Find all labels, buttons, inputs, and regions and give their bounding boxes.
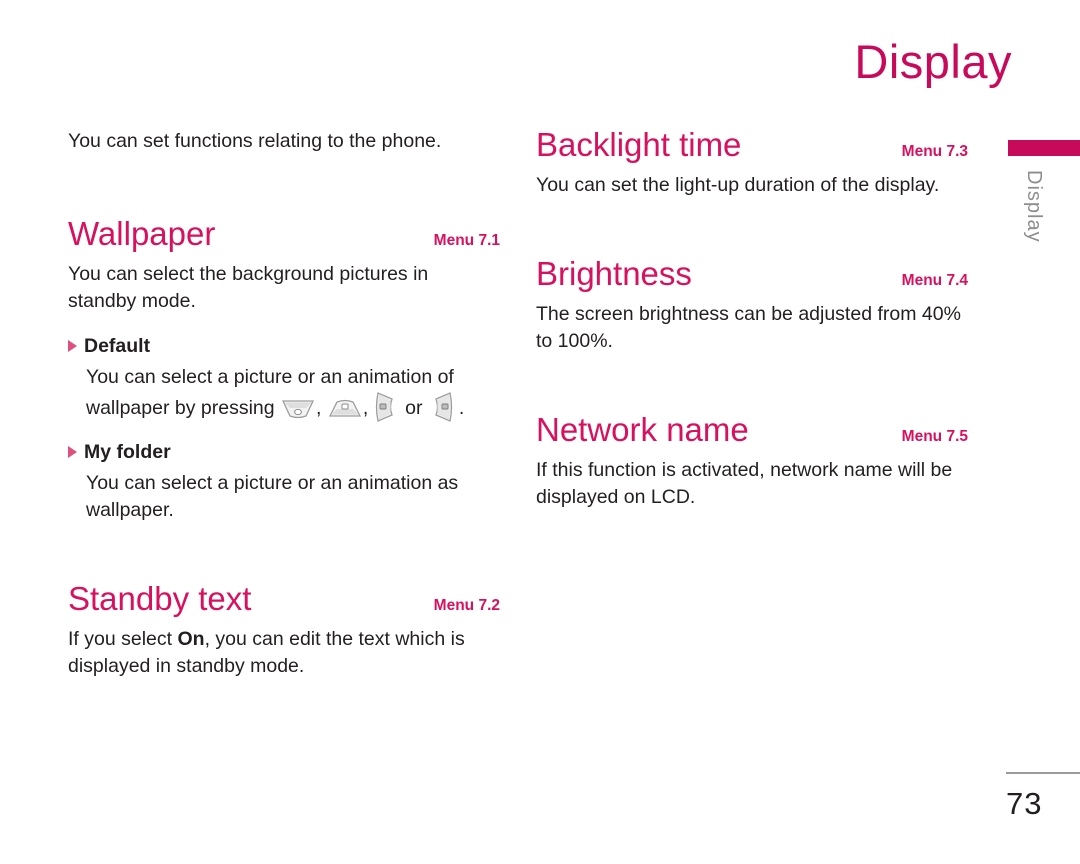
- triangle-bullet-icon: [68, 340, 77, 352]
- section-header: Wallpaper Menu 7.1: [68, 215, 500, 252]
- section-title-standby-text: Standby text: [68, 579, 252, 617]
- intro-paragraph: You can set functions relating to the ph…: [68, 130, 442, 152]
- nav-key-right-icon: [433, 391, 453, 431]
- triangle-bullet-icon: [68, 446, 77, 458]
- section-title-wallpaper: Wallpaper: [68, 215, 216, 252]
- section-brightness: Brightness Menu 7.4 The screen brightnes…: [536, 255, 968, 355]
- bullet-my-folder: My folder: [68, 441, 500, 464]
- sentence-period: .: [458, 396, 465, 419]
- section-body-network-name: If this function is activated, network n…: [536, 459, 953, 508]
- menu-ref-brightness: Menu 7.4: [901, 272, 968, 289]
- section-body-backlight-time: You can set the light-up duration of the…: [536, 174, 940, 196]
- standby-body-bold-on: On: [177, 627, 205, 650]
- section-body-wallpaper: You can select the background pictures i…: [68, 263, 429, 312]
- conjunction-or: or: [405, 396, 423, 419]
- side-tab-label: Display: [1023, 170, 1045, 243]
- side-tab: Display: [1008, 140, 1080, 280]
- standby-body-part-1: If you select: [68, 627, 178, 650]
- left-column: You can set functions relating to the ph…: [68, 128, 500, 699]
- right-column: Backlight time Menu 7.3 You can set the …: [536, 126, 968, 531]
- separator-comma-2: ,: [362, 396, 369, 419]
- section-header: Standby text Menu 7.2: [68, 579, 500, 617]
- page-title: Display: [854, 35, 1012, 88]
- bullet-title-my-folder: My folder: [84, 440, 171, 463]
- nav-key-up-icon: [281, 399, 315, 427]
- section-backlight-time: Backlight time Menu 7.3 You can set the …: [536, 126, 968, 199]
- section-body-brightness: The screen brightness can be adjusted fr…: [536, 303, 961, 352]
- side-tab-accent-bar: [1008, 140, 1080, 156]
- section-network-name: Network name Menu 7.5 If this function i…: [536, 411, 968, 511]
- section-wallpaper: Wallpaper Menu 7.1 You can select the ba…: [68, 215, 500, 524]
- section-header: Network name Menu 7.5: [536, 411, 968, 448]
- nav-key-sequence: , , or .: [280, 391, 465, 422]
- nav-key-down-icon: [328, 399, 362, 427]
- section-standby-text: Standby text Menu 7.2 If you select On, …: [68, 579, 500, 680]
- section-body-standby-text: If you select On, you can edit the text …: [68, 626, 500, 680]
- page-number: 73: [1006, 786, 1043, 821]
- section-title-network-name: Network name: [536, 411, 749, 448]
- footer-divider: [1006, 772, 1080, 774]
- section-title-brightness: Brightness: [536, 255, 692, 292]
- bullet-default: Default: [68, 335, 500, 358]
- section-header: Backlight time Menu 7.3: [536, 126, 968, 163]
- separator-comma-1: ,: [316, 396, 322, 419]
- bullet-body-my-folder: You can select a picture or an animation…: [86, 471, 459, 521]
- menu-ref-network-name: Menu 7.5: [901, 428, 968, 445]
- bullet-title-default: Default: [84, 334, 151, 357]
- menu-ref-standby-text: Menu 7.2: [433, 596, 500, 614]
- bullet-body-default: You can select a picture or an animation…: [86, 364, 500, 431]
- menu-ref-backlight-time: Menu 7.3: [901, 143, 968, 160]
- section-header: Brightness Menu 7.4: [536, 255, 968, 292]
- nav-key-left-icon: [375, 391, 395, 431]
- menu-ref-wallpaper: Menu 7.1: [433, 232, 500, 249]
- section-title-backlight-time: Backlight time: [536, 126, 742, 163]
